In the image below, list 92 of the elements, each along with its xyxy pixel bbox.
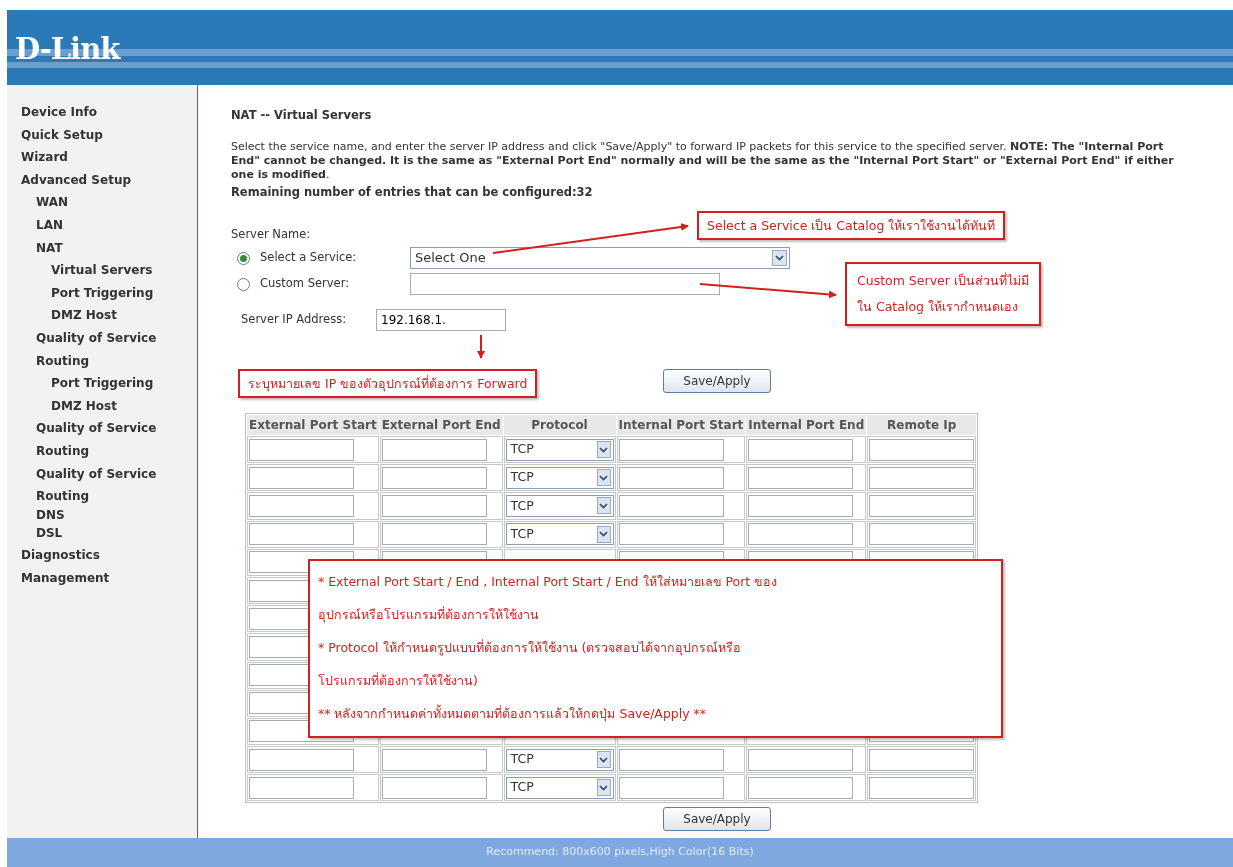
option-label: Custom Server: bbox=[259, 275, 351, 293]
service-dropdown[interactable]: Select One bbox=[410, 247, 790, 269]
sidebar-item[interactable]: DNS bbox=[7, 507, 197, 522]
sidebar-item[interactable]: Routing bbox=[7, 349, 197, 373]
column-header: Remote Ip bbox=[867, 415, 977, 435]
server-name-label: Server Name: bbox=[231, 226, 311, 241]
callout-tooltip: ระบุหมายเลข IP ของตัวอุปกรณ์ที่ต้องการ Forward bbox=[238, 369, 538, 399]
callout-tooltip: Custom Server เป็นส่วนที่ไม่มี ใน Catalog ให้เรากำหนดเอง bbox=[845, 262, 1041, 326]
sidebar-item[interactable]: DMZ Host bbox=[7, 394, 197, 418]
port-field[interactable] bbox=[748, 438, 854, 461]
port-field[interactable] bbox=[618, 776, 724, 799]
footer-bar: Recommend: 800x600 pixels,High Color(16 Bits) bbox=[7, 838, 1233, 867]
protocol-dropdown[interactable]: TCP bbox=[505, 748, 614, 771]
arrow bbox=[477, 334, 485, 359]
caret-icon bbox=[596, 497, 611, 515]
remaining-entries-text: Remaining number of entries that can be configured:32 bbox=[231, 184, 594, 202]
port-field[interactable] bbox=[249, 494, 354, 517]
description-text: Select the service name, and enter the server IP address and click "Save/Apply" to forward IP packets for this service to the specified server. NOTE: The "Internal Port End" cannot be changed. It is the same as "External Port End" normally and will be the same as the "Internal Port Start" or "External Port End" if either one is modified. bbox=[231, 140, 1175, 183]
callout-tooltip: Select a Service เป็น Catalog ให้เราใช้งานได้ทันที bbox=[697, 211, 1006, 241]
column-header: External Port End bbox=[379, 415, 503, 435]
page-title: NAT -- Virtual Servers bbox=[231, 107, 373, 124]
caret-icon bbox=[772, 250, 787, 266]
sidebar-item[interactable]: Routing bbox=[7, 485, 197, 508]
sidebar-item[interactable]: Management bbox=[7, 566, 197, 590]
protocol-dropdown[interactable]: TCP bbox=[505, 523, 614, 546]
port-field[interactable] bbox=[618, 438, 724, 461]
port-field[interactable] bbox=[869, 494, 975, 517]
column-header: External Port Start bbox=[247, 415, 379, 435]
sidebar-item[interactable]: Quality of Service bbox=[7, 462, 197, 486]
port-field[interactable] bbox=[869, 523, 975, 546]
save-apply-button[interactable]: Save/Apply bbox=[663, 369, 771, 393]
port-field[interactable] bbox=[748, 494, 854, 517]
column-header: Internal Port End bbox=[746, 415, 867, 435]
sidebar-item[interactable]: Routing bbox=[7, 439, 197, 463]
port-field[interactable] bbox=[748, 523, 854, 546]
port-field[interactable] bbox=[381, 776, 487, 799]
protocol-dropdown[interactable]: TCP bbox=[505, 438, 614, 461]
port-field[interactable] bbox=[249, 748, 354, 771]
port-field[interactable] bbox=[249, 523, 354, 546]
caret-icon bbox=[596, 469, 611, 487]
sidebar-item[interactable]: Diagnostics bbox=[7, 544, 197, 567]
sidebar-item[interactable]: Quick Setup bbox=[7, 123, 197, 147]
sidebar-item[interactable]: Advanced Setup bbox=[7, 168, 197, 192]
port-field[interactable] bbox=[249, 438, 354, 461]
port-field[interactable] bbox=[618, 748, 724, 771]
sidebar-item[interactable]: Quality of Service bbox=[7, 326, 197, 350]
protocol-dropdown[interactable]: TCP bbox=[505, 466, 614, 489]
port-field[interactable] bbox=[869, 776, 975, 799]
caret-icon bbox=[596, 751, 611, 769]
port-field[interactable] bbox=[869, 466, 975, 489]
sidebar-item[interactable]: DMZ Host bbox=[7, 304, 197, 327]
port-field[interactable] bbox=[748, 466, 854, 489]
server-ip-label: Server IP Address: bbox=[241, 311, 348, 329]
radio-button[interactable] bbox=[237, 277, 250, 291]
port-field[interactable] bbox=[381, 523, 487, 546]
port-field[interactable] bbox=[618, 523, 724, 546]
protocol-dropdown[interactable]: TCP bbox=[505, 776, 614, 799]
sidebar-item[interactable]: Port Triggering bbox=[7, 372, 197, 395]
protocol-dropdown[interactable]: TCP bbox=[505, 494, 614, 517]
sidebar-item[interactable]: NAT bbox=[7, 236, 197, 260]
sidebar-item[interactable]: Wizard bbox=[7, 146, 197, 169]
sidebar-item[interactable]: DSL bbox=[7, 521, 197, 545]
option-label: Select a Service: bbox=[259, 249, 358, 267]
custom-server-field[interactable] bbox=[410, 273, 720, 295]
callout-tooltip: * External Port Start / End , Internal Port Start / End ให้ใส่หมายเลข Port ของ อุปกรณ์หรือโปรแกรมที่ต้องการให้ใช้งาน * Protocol ให้กำหนดรูปแบบที่ต้องการให้ใช้งาน (ตรวจสอบได้จากอุปกรณ์หรือ โปรแกรมที่ต้องการให้ใช้งาน) ** หลังจากกำหนดค่าทั้งหมดตามที่ต้องการแล้วให้กดปุ่ม Save/Apply ** bbox=[308, 559, 1003, 738]
sidebar-item[interactable]: Virtual Servers bbox=[7, 259, 197, 282]
logo: D-Link bbox=[15, 30, 120, 68]
port-field[interactable] bbox=[618, 466, 724, 489]
sidebar-item[interactable]: WAN bbox=[7, 191, 197, 214]
port-field[interactable] bbox=[381, 494, 487, 517]
port-field[interactable] bbox=[748, 748, 854, 771]
port-field[interactable] bbox=[249, 776, 354, 799]
port-field[interactable] bbox=[381, 438, 487, 461]
sidebar-item[interactable]: LAN bbox=[7, 213, 197, 237]
column-header: Protocol bbox=[503, 415, 616, 435]
save-apply-button[interactable]: Save/Apply bbox=[663, 807, 771, 832]
sidebar-item[interactable]: Port Triggering bbox=[7, 281, 197, 305]
sidebar-item[interactable]: Quality of Service bbox=[7, 417, 197, 440]
port-field[interactable] bbox=[381, 748, 487, 771]
port-field[interactable] bbox=[869, 748, 975, 771]
port-field[interactable] bbox=[748, 776, 854, 799]
caret-icon bbox=[596, 441, 611, 459]
caret-icon bbox=[596, 525, 611, 543]
sidebar-item[interactable]: Device Info bbox=[7, 101, 197, 124]
server-ip-field[interactable]: 192.168.1. bbox=[376, 309, 506, 331]
caret-icon bbox=[596, 779, 611, 797]
column-header: Internal Port Start bbox=[616, 415, 746, 435]
radio-button[interactable] bbox=[237, 251, 250, 265]
port-field[interactable] bbox=[618, 494, 724, 517]
port-field[interactable] bbox=[869, 438, 975, 461]
port-field[interactable] bbox=[381, 466, 487, 489]
port-field[interactable] bbox=[249, 466, 354, 489]
